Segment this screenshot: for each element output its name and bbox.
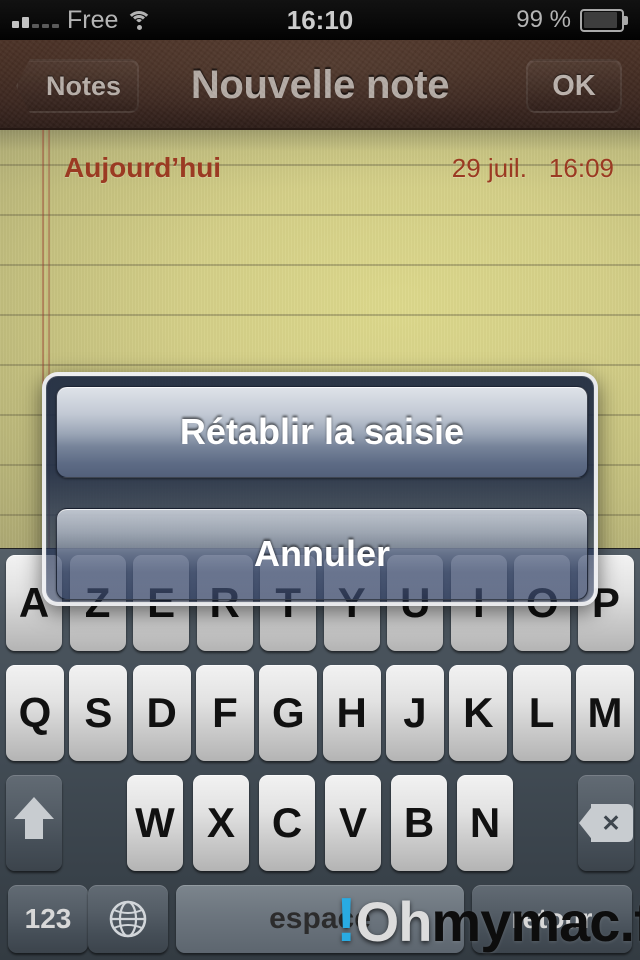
keyboard-row-3: W X C V B N ✕ [0, 775, 640, 871]
ok-button[interactable]: OK [526, 59, 622, 113]
key-c[interactable]: C [259, 775, 315, 871]
status-bar-right: 99 % [516, 0, 628, 40]
ok-button-label: OK [552, 69, 596, 102]
navigation-bar: Nouvelle note Notes OK [0, 40, 640, 130]
key-q[interactable]: Q [6, 665, 64, 761]
key-f[interactable]: F [195, 665, 254, 761]
watermark-exclamation: ! [336, 886, 357, 955]
key-j[interactable]: J [385, 665, 444, 761]
keyboard-row-3-letters: W X C V B N [127, 775, 513, 871]
key-b[interactable]: B [391, 775, 447, 871]
keyboard-row-2: Q S D F G H J K L M [0, 665, 640, 761]
action-sheet-alert: Rétablir la saisie Annuler [42, 372, 598, 606]
back-button-notes[interactable]: Notes [16, 59, 140, 113]
backspace-delete-icon: ✕ [579, 804, 633, 842]
back-button-label: Notes [46, 70, 122, 101]
note-timestamp: 29 juil. 16:09 [452, 153, 614, 184]
alert-button-restore-typing[interactable]: Rétablir la saisie [56, 386, 588, 478]
note-time-label: 16:09 [548, 152, 614, 183]
shift-key[interactable] [6, 775, 62, 871]
key-g[interactable]: G [259, 665, 318, 761]
battery-icon [580, 8, 628, 32]
key-h[interactable]: H [322, 665, 381, 761]
status-bar: Free 16:10 99 % [0, 0, 640, 40]
key-s[interactable]: S [69, 665, 128, 761]
key-d[interactable]: D [132, 665, 191, 761]
globe-language-icon [107, 898, 149, 940]
alert-button-cancel[interactable]: Annuler [56, 508, 588, 600]
numeric-mode-key[interactable]: 123 [8, 885, 88, 953]
key-x[interactable]: X [193, 775, 249, 871]
iphone-screen: Free 16:10 99 % Nouvelle note Notes OK A… [0, 0, 640, 960]
key-k[interactable]: K [449, 665, 508, 761]
globe-language-key[interactable] [88, 885, 168, 953]
site-watermark: ! Oh mymac.fr [336, 885, 640, 956]
key-n[interactable]: N [457, 775, 513, 871]
note-header: Aujourd’hui 29 juil. 16:09 [0, 148, 640, 188]
note-day-label: Aujourd’hui [64, 152, 222, 183]
key-v[interactable]: V [325, 775, 381, 871]
key-m[interactable]: M [575, 665, 634, 761]
key-w[interactable]: W [127, 775, 183, 871]
note-date-label: 29 juil. [451, 152, 527, 183]
backspace-key[interactable]: ✕ [578, 775, 634, 871]
battery-percent-label: 99 % [516, 6, 571, 33]
watermark-part-one: Oh [355, 890, 433, 953]
key-l[interactable]: L [512, 665, 571, 761]
watermark-part-two: mymac.fr [431, 890, 640, 953]
